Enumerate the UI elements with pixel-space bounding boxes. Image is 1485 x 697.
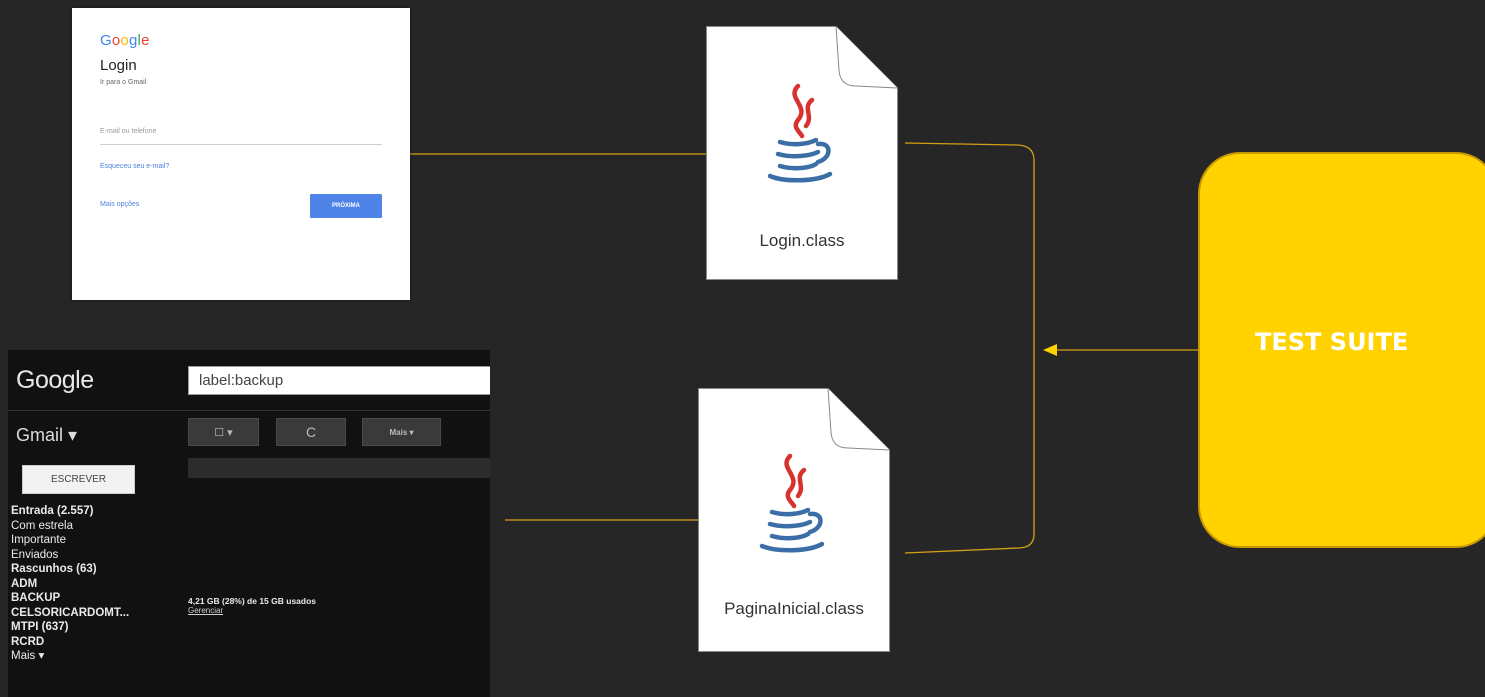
login-title: Login xyxy=(100,57,137,74)
login-subtitle: Ir para o Gmail xyxy=(100,79,147,86)
gmail-menu-dropdown[interactable]: Gmail ▾ xyxy=(16,425,77,446)
select-checkbox-button[interactable]: ☐ ▾ xyxy=(188,418,259,446)
sidebar-folder-item[interactable]: RCRD xyxy=(11,635,181,650)
login-class-filename: Login.class xyxy=(759,231,845,250)
refresh-icon[interactable]: C xyxy=(276,418,346,446)
test-suite-label: TEST SUITE xyxy=(1255,328,1409,356)
folder-list: Entrada (2.557) Com estrela Importante Envi… xyxy=(11,504,181,664)
more-actions-button[interactable]: Mais ▾ xyxy=(362,418,441,446)
files-bracket-line xyxy=(904,142,1035,554)
google-logo: Google xyxy=(100,32,150,49)
manage-storage-link[interactable]: Gerenciar xyxy=(188,606,223,615)
java-icon xyxy=(767,83,833,183)
forgot-email-link[interactable]: Esqueceu seu e-mail? xyxy=(100,163,169,170)
sidebar-folder-item[interactable]: CELSORICARDOMT... xyxy=(11,606,181,621)
toolbar-strip xyxy=(188,458,490,478)
java-icon xyxy=(759,453,825,553)
sidebar-folder-item[interactable]: Enviados xyxy=(11,548,181,563)
header-divider xyxy=(8,410,490,411)
sidebar-folder-item[interactable]: MTPI (637) xyxy=(11,620,181,635)
pagina-inicial-class-filename: PaginaInicial.class xyxy=(724,599,864,618)
login-class-file: Login.class xyxy=(706,26,898,280)
pagina-inicial-class-file: PaginaInicial.class xyxy=(698,388,890,652)
sidebar-folder-item[interactable]: Entrada (2.557) xyxy=(11,504,181,519)
compose-button[interactable]: ESCREVER xyxy=(22,465,135,494)
more-options-link[interactable]: Mais opções xyxy=(100,201,139,208)
google-login-screenshot: Google Login Ir para o Gmail E-mail ou t… xyxy=(72,8,410,300)
email-field[interactable]: E-mail ou telefone xyxy=(100,128,382,145)
sidebar-folder-item[interactable]: Importante xyxy=(11,533,181,548)
sidebar-folder-item[interactable]: ADM xyxy=(11,577,181,592)
search-input[interactable]: label:backup xyxy=(188,366,490,395)
next-button[interactable]: PRÓXIMA xyxy=(310,194,382,218)
test-suite-box: TEST SUITE xyxy=(1198,152,1485,548)
gmail-inbox-screenshot: Google label:backup Gmail ▾ ☐ ▾ C Mais ▾… xyxy=(8,350,490,697)
test-suite-arrowhead xyxy=(1043,344,1057,356)
sidebar-folder-item[interactable]: Mais ▾ xyxy=(11,649,181,664)
sidebar-folder-item[interactable]: Com estrela xyxy=(11,519,181,534)
storage-usage: 4,21 GB (28%) de 15 GB usados xyxy=(188,596,317,606)
sidebar-folder-item[interactable]: Rascunhos (63) xyxy=(11,562,181,577)
gmail-google-logo: Google xyxy=(16,366,94,394)
sidebar-folder-item[interactable]: BACKUP xyxy=(11,591,181,606)
